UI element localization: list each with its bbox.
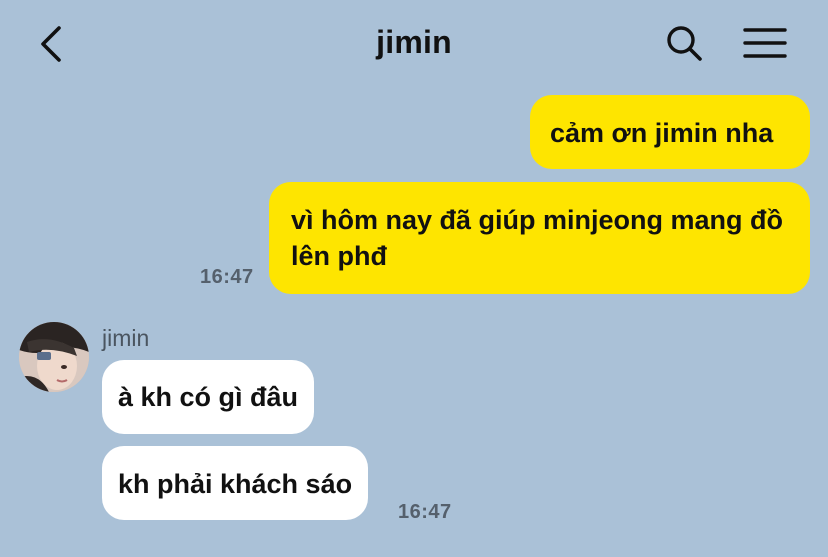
message-timestamp: 16:47	[398, 501, 452, 523]
avatar[interactable]	[19, 322, 89, 392]
message-timestamp: 16:47	[200, 266, 254, 288]
outgoing-message[interactable]: vì hôm nay đã giúp minjeong mang đồ lên …	[269, 182, 810, 294]
outgoing-message[interactable]: cảm ơn jimin nha	[530, 95, 810, 169]
search-button[interactable]	[662, 22, 706, 66]
profile-photo	[19, 322, 89, 392]
incoming-message[interactable]: à kh có gì đâu	[102, 360, 315, 434]
incoming-message[interactable]: kh phải khách sáo	[102, 446, 369, 520]
sender-name: jimin	[102, 325, 150, 351]
chat-header: jimin	[0, 0, 828, 88]
search-icon	[667, 26, 702, 61]
menu-button[interactable]	[740, 22, 790, 66]
hamburger-menu-icon	[743, 28, 787, 58]
